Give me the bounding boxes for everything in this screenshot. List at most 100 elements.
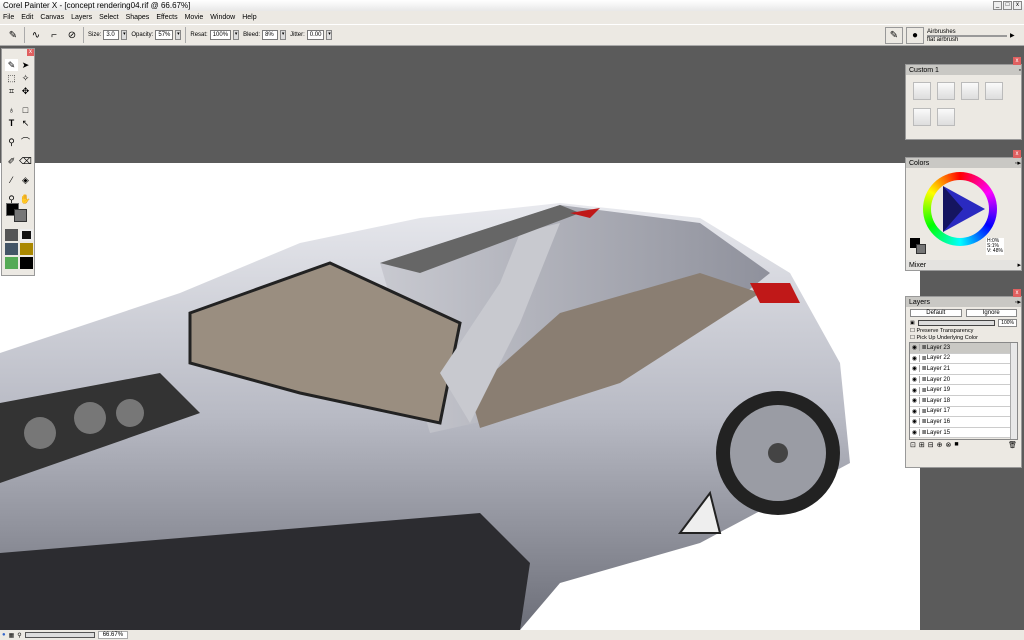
minimize-button[interactable]: _: [993, 1, 1002, 10]
rubber-stamp-icon[interactable]: ⌒: [19, 136, 32, 148]
close-icon[interactable]: x: [1013, 150, 1021, 158]
eye-icon[interactable]: ◉: [910, 429, 920, 436]
close-button[interactable]: x: [1013, 1, 1022, 10]
close-icon[interactable]: x: [1013, 57, 1021, 65]
pencil-icon[interactable]: [937, 82, 955, 100]
size-field[interactable]: Size:3.0▾: [88, 30, 127, 40]
flat-airbrush-icon[interactable]: [937, 108, 955, 126]
panel-menu-icon[interactable]: ▫▸: [1015, 159, 1021, 167]
additional-color-swatch[interactable]: [916, 244, 926, 254]
color-wheel[interactable]: [923, 172, 997, 246]
trash-icon[interactable]: 🗑: [1008, 441, 1017, 449]
eye-icon[interactable]: ◉: [910, 344, 920, 351]
dodge-icon[interactable]: ✐: [5, 155, 18, 167]
layer-row[interactable]: ◉ ≣ Layer 18: [910, 396, 1017, 407]
panel-header[interactable]: Colors▫▸: [906, 158, 1021, 168]
menu-file[interactable]: File: [3, 14, 14, 21]
brush-icon[interactable]: ✎: [6, 28, 20, 42]
menu-layers[interactable]: Layers: [71, 14, 92, 21]
layer-row[interactable]: ◉ ≣ Layer 16: [910, 417, 1017, 428]
straight-line-icon[interactable]: ⌐: [47, 28, 61, 42]
menu-movie[interactable]: Movie: [185, 14, 204, 21]
layer-row[interactable]: ◉ ≣ Layer 23: [910, 343, 1017, 354]
transform-icon[interactable]: ✥: [19, 85, 32, 97]
rect-selection-icon[interactable]: ⬚: [5, 72, 18, 84]
look-selector-icon[interactable]: [20, 257, 33, 269]
chevron-down-icon[interactable]: ▾: [121, 30, 127, 40]
eye-icon[interactable]: ◉: [910, 397, 920, 404]
new-layer-mask-icon[interactable]: ⊕: [937, 441, 943, 449]
car-concept-rendering[interactable]: [0, 163, 920, 630]
chevron-down-icon[interactable]: ▾: [280, 30, 286, 40]
eye-icon[interactable]: ◉: [910, 355, 920, 362]
paint-bucket-icon[interactable]: ◈: [19, 174, 32, 186]
menu-edit[interactable]: Edit: [21, 14, 33, 21]
menu-effects[interactable]: Effects: [156, 14, 177, 21]
brush-dab-icon[interactable]: ●: [906, 27, 924, 44]
canvas-area[interactable]: [0, 46, 920, 630]
nozzle-selector-icon[interactable]: [5, 257, 18, 269]
layer-row[interactable]: ◉ ≣ Layer 22: [910, 354, 1017, 365]
expand-arrow-icon[interactable]: ▶: [1010, 32, 1015, 39]
crop-icon[interactable]: ⌗: [5, 85, 18, 97]
magic-wand-icon[interactable]: ✧: [19, 72, 32, 84]
eye-icon[interactable]: ◉: [910, 408, 920, 415]
panel-menu-icon[interactable]: ▫: [1019, 67, 1021, 74]
pick-up-underlying-checkbox[interactable]: ☐ Pick Up Underlying Color: [906, 335, 1021, 341]
menu-select[interactable]: Select: [99, 14, 118, 21]
text-icon[interactable]: T: [5, 117, 18, 129]
brush-category-label[interactable]: Airbrushes: [927, 29, 1007, 37]
brush-variant-label[interactable]: flat airbrush: [927, 37, 1007, 43]
paper-selector-icon[interactable]: [5, 229, 18, 241]
rectangle-shape-icon[interactable]: □: [19, 104, 32, 116]
chevron-down-icon[interactable]: ▾: [326, 30, 332, 40]
layer-mask-icon[interactable]: ■: [954, 441, 958, 449]
new-group-icon[interactable]: ⊗: [946, 441, 952, 449]
opacity-field[interactable]: Opacity:57%▾: [131, 30, 181, 40]
mixer-header[interactable]: Mixer▸: [906, 260, 1021, 270]
reset-tool-icon[interactable]: ⊘: [65, 28, 79, 42]
brush-selector[interactable]: ✎ ● Airbrushes flat airbrush ▶: [885, 26, 1024, 45]
composite-method-select[interactable]: Default: [910, 309, 962, 317]
cloner-icon[interactable]: ⚲: [5, 136, 18, 148]
eye-icon[interactable]: ◉: [910, 418, 920, 425]
zoom-slider[interactable]: [25, 632, 95, 638]
close-icon[interactable]: x: [1013, 289, 1021, 297]
close-icon[interactable]: x: [27, 49, 34, 56]
additional-color-swatch[interactable]: [14, 209, 27, 222]
chalk-icon[interactable]: [985, 82, 1003, 100]
panel-header[interactable]: Custom 1▫: [906, 65, 1021, 75]
layer-row[interactable]: ◉ ≣ Layer 15: [910, 428, 1017, 439]
chevron-down-icon[interactable]: ▾: [175, 30, 181, 40]
menu-canvas[interactable]: Canvas: [40, 14, 64, 21]
layer-adjuster-icon[interactable]: ➤: [19, 59, 32, 71]
brush-category-icon[interactable]: ✎: [885, 27, 903, 44]
layer-row[interactable]: ◉ ≣ Layer 17: [910, 407, 1017, 418]
dropper-icon[interactable]: ⁄: [5, 174, 18, 186]
airbrush-icon[interactable]: [913, 82, 931, 100]
menu-help[interactable]: Help: [242, 14, 256, 21]
layer-commands-icon[interactable]: ⊡: [910, 441, 916, 449]
grid-icon[interactable]: ▦: [9, 632, 15, 639]
eye-icon[interactable]: ◉: [910, 365, 920, 372]
eye-icon[interactable]: ◉: [910, 376, 920, 383]
weave-selector-icon[interactable]: [20, 243, 33, 255]
menu-shapes[interactable]: Shapes: [126, 14, 150, 21]
zoom-icon[interactable]: ⚲: [17, 632, 21, 639]
dynamic-plugins-icon[interactable]: ⊞: [919, 441, 925, 449]
layer-row[interactable]: ◉ ≣ Layer 20: [910, 375, 1017, 386]
resat-field[interactable]: Resat:100%▾: [190, 30, 239, 40]
oil-brush-icon[interactable]: [961, 82, 979, 100]
saturation-value-triangle[interactable]: [923, 172, 997, 246]
layer-row[interactable]: ◉ ≣ Layer 21: [910, 364, 1017, 375]
eye-icon[interactable]: ◉: [910, 387, 920, 394]
chevron-down-icon[interactable]: ▾: [233, 30, 239, 40]
layer-list-scrollbar[interactable]: [1010, 343, 1017, 439]
layer-row[interactable]: ◉ ≣ Layer 19: [910, 385, 1017, 396]
shape-selection-icon[interactable]: ↖: [19, 117, 32, 129]
new-layer-icon[interactable]: ⊟: [928, 441, 934, 449]
composite-depth-select[interactable]: Ignore: [966, 309, 1018, 317]
maximize-button[interactable]: □: [1003, 1, 1012, 10]
jitter-field[interactable]: Jitter:0.00▾: [290, 30, 332, 40]
brush-tool-icon[interactable]: ✎: [5, 59, 18, 71]
